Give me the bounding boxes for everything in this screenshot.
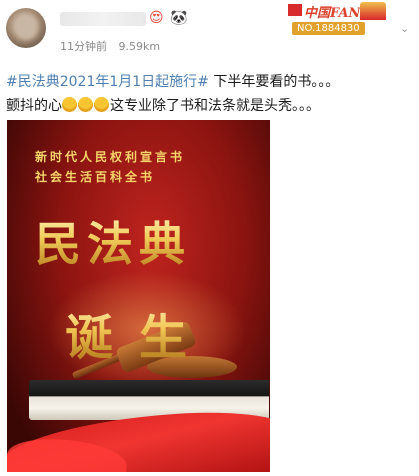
hashtag-link[interactable]: #民法典2021年1月1日起施行# (6, 74, 209, 90)
fans-badge[interactable]: 中国FANS NO.1884830 (286, 0, 390, 42)
post-line2-end: 这专业除了书和法条就是头秃。。。 (110, 98, 320, 114)
panda-emoji-icon: 🐼 (170, 10, 188, 26)
post-text: #民法典2021年1月1日起施行# 下半年要看的书。。。 颤抖的心 这专业除了书和… (6, 70, 411, 118)
laugh-cry-emoji-icon (94, 97, 109, 112)
poster-subtitle-2: 社会生活百科全书 (35, 170, 156, 184)
post-image[interactable]: 新时代人民权利宣言书 社会生活百科全书 民法典 诞生 (7, 120, 270, 472)
gate-icon (360, 2, 386, 20)
laugh-cry-emoji-icon (78, 97, 93, 112)
poster-title-1: 民法典 (35, 208, 191, 274)
view-count: 9.59km (118, 40, 161, 53)
weibo-post: 😍 🐼 11分钟前 9.59km 中国FANS NO.1884830 ⌄ #民法… (0, 0, 419, 476)
username-blurred[interactable] (60, 12, 146, 26)
chevron-down-icon[interactable]: ⌄ (400, 22, 410, 35)
avatar-blur (14, 14, 38, 40)
post-line1-rest: 下半年要看的书。。。 (208, 74, 340, 90)
poster-subtitle-1: 新时代人民权利宣言书 (35, 150, 186, 164)
poster-title-2: 诞生 (65, 298, 213, 368)
post-time: 11分钟前 (60, 40, 107, 53)
laugh-cry-emoji-icon (62, 97, 77, 112)
flag-icon (288, 4, 302, 16)
post-line2-start: 颤抖的心 (6, 98, 62, 114)
fans-number: NO.1884830 (292, 22, 365, 35)
post-meta: 11分钟前 9.59km (60, 38, 168, 54)
avatar[interactable] (6, 8, 46, 48)
heart-eyes-emoji-icon: 😍 (149, 10, 164, 26)
